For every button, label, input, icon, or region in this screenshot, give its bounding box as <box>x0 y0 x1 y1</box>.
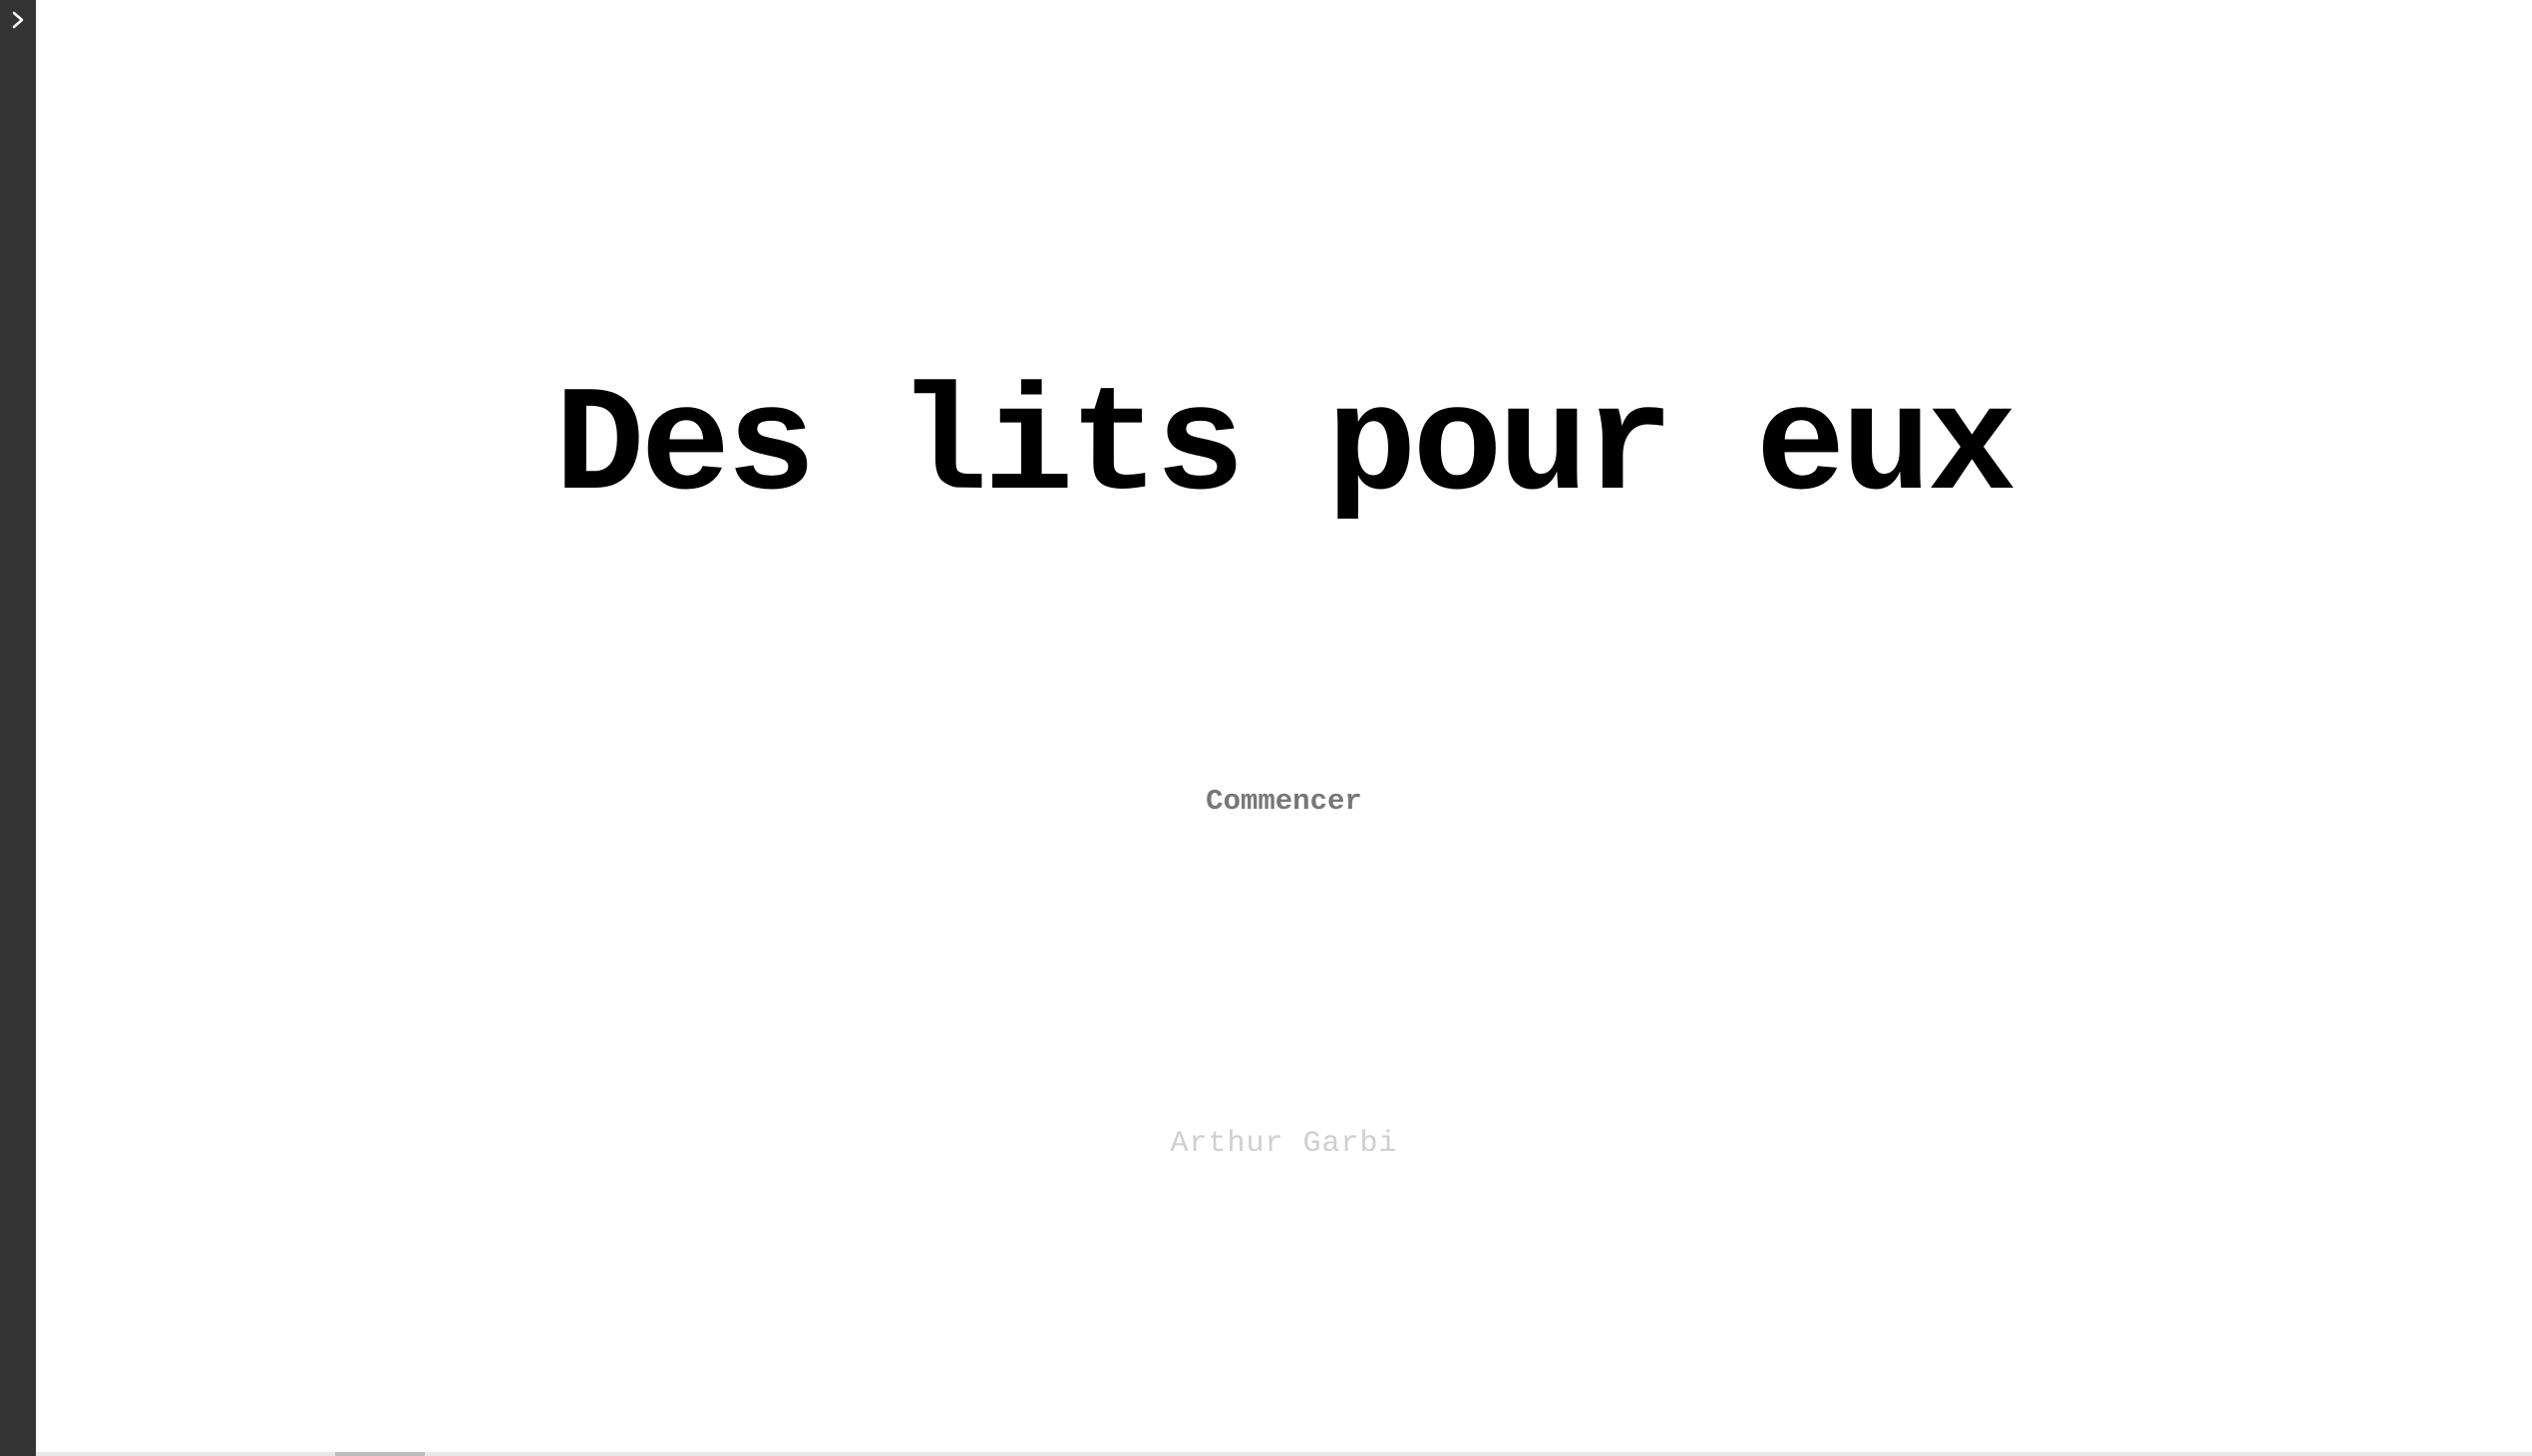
scrollbar-thumb[interactable] <box>335 1452 425 1456</box>
sidebar-toggle-button[interactable] <box>0 0 36 40</box>
story-title: Des lits pour eux <box>554 364 2016 534</box>
horizontal-scrollbar[interactable] <box>36 1452 2532 1456</box>
start-link-container: Commencer <box>36 782 2532 822</box>
story-passage: Des lits pour eux Commencer Arthur Garbi <box>36 0 2532 1456</box>
start-link[interactable]: Commencer <box>1206 785 1362 818</box>
sidebar <box>0 0 36 1456</box>
story-author: Arthur Garbi <box>1170 1127 1398 1161</box>
chevron-right-icon <box>11 11 25 29</box>
